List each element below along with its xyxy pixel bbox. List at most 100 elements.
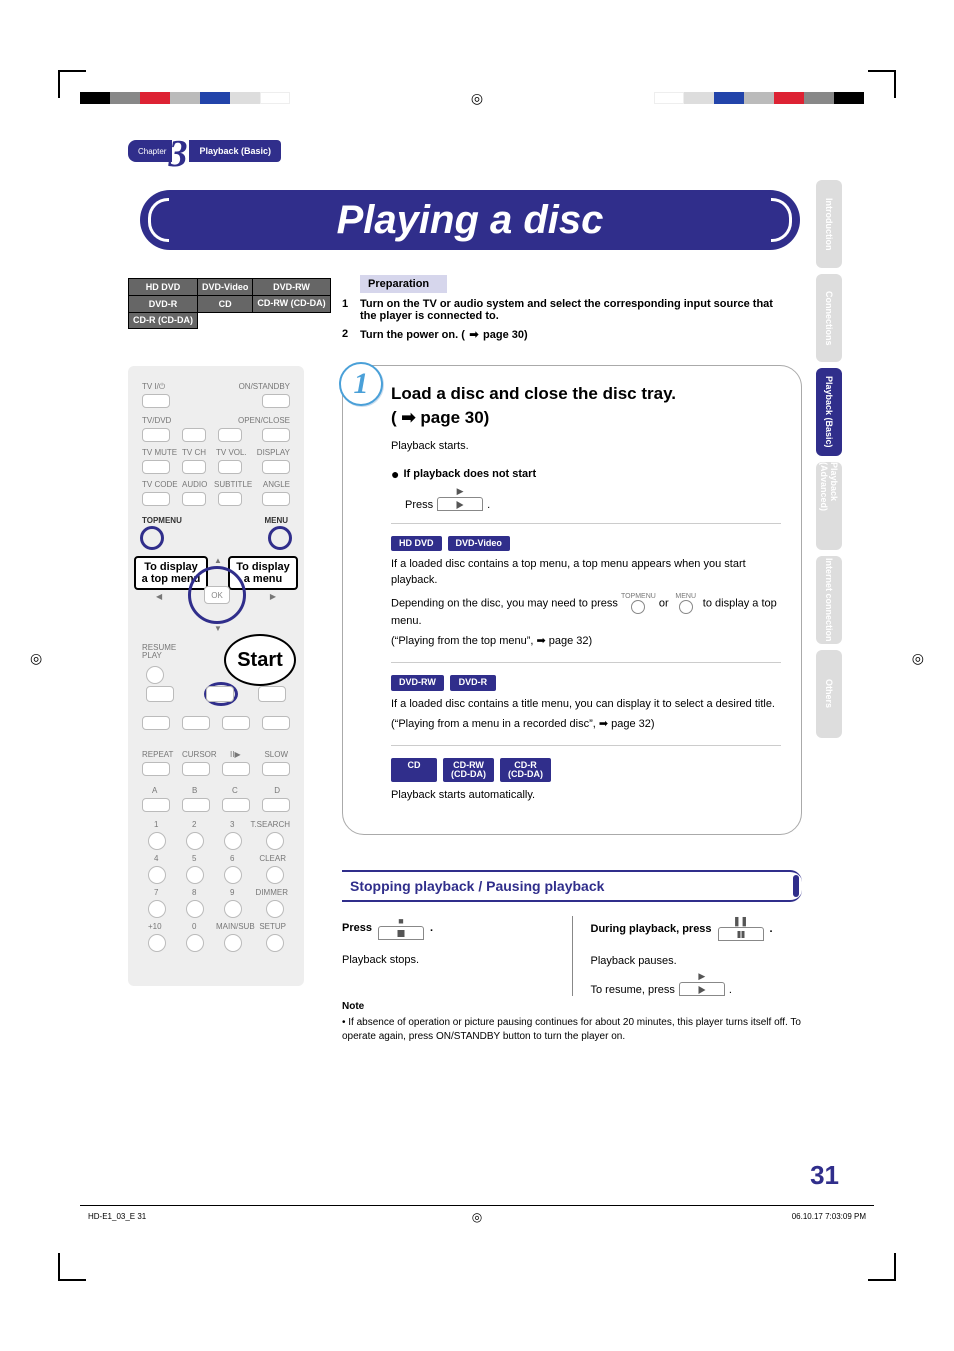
remote-btn <box>186 832 204 850</box>
disc-badge: DVD-Video <box>448 536 510 551</box>
page-ref-icon: ➡ <box>468 328 480 341</box>
remote-btn <box>182 716 210 730</box>
remote-label-b: B <box>192 786 197 795</box>
remote-control-illustration: TV I/⏻ ON/STANDBY TV/DVD OPEN/CLOSE TV M… <box>128 366 304 986</box>
pause-button-icon <box>718 927 764 941</box>
disc-badge-row: HD DVD DVD-Video <box>391 536 781 551</box>
remote-btn <box>206 686 234 702</box>
preparation-item: 2 Turn the power on. ( ➡ page 30) <box>342 328 792 341</box>
if-not-start: ● If playback does not start <box>391 466 781 482</box>
step-text: Playback stops. <box>342 954 554 966</box>
step-text: (“Playing from a menu in a recorded disc… <box>391 717 781 733</box>
disc-badge: CD <box>391 758 437 783</box>
disc-cell: DVD-R <box>129 296 198 313</box>
remote-btn <box>262 716 290 730</box>
step-text: To resume, press <box>591 984 675 996</box>
remote-label-menu: MENU <box>264 516 288 525</box>
page-number: 31 <box>810 1160 839 1191</box>
remote-label-mainsub: MAIN/SUB <box>216 922 255 931</box>
remote-btn <box>186 934 204 952</box>
step-text: If a loaded disc contains a top menu, a … <box>391 557 781 589</box>
footer-right: 06.10.17 7:03:09 PM <box>792 1212 866 1221</box>
remote-label-ok: OK <box>204 586 230 604</box>
side-tab-playback-advanced[interactable]: Playback (Advanced) <box>816 462 842 550</box>
play-button-icon <box>437 497 483 511</box>
remote-btn <box>218 460 242 474</box>
note-title: Note <box>342 1000 802 1014</box>
remote-btn <box>142 428 170 442</box>
remote-btn <box>182 428 206 442</box>
applicable-disc-table: HD DVD DVD-Video DVD-RW DVD-R CD CD-RW (… <box>128 278 331 329</box>
remote-label-iistep: II▶ <box>230 750 241 759</box>
remote-btn <box>266 934 284 952</box>
remote-label-plus10: +10 <box>148 922 162 931</box>
remote-label-tsearch: T.SEARCH <box>250 820 290 829</box>
remote-btn <box>148 866 166 884</box>
remote-label-openclose: OPEN/CLOSE <box>238 416 290 425</box>
side-tab-others[interactable]: Others <box>816 650 842 738</box>
disc-badge: DVD-R <box>450 675 496 690</box>
step-text: Playback starts automatically. <box>391 788 781 804</box>
subsection-title: Stopping playback / Pausing playback <box>342 870 802 902</box>
remote-label-repeat: REPEAT <box>142 750 173 759</box>
registration-icon: ◎ <box>472 1210 482 1224</box>
chapter-label: Chapter <box>128 140 172 162</box>
side-tab-internet[interactable]: Internet connection <box>816 556 842 644</box>
side-tab-connections[interactable]: Connections <box>816 274 842 362</box>
remote-label-a: A <box>152 786 157 795</box>
step-title: Load a disc and close the disc tray. <box>391 384 781 404</box>
note-block: Note • If absence of operation or pictur… <box>342 1000 802 1044</box>
preparation-heading: Preparation <box>360 275 447 293</box>
remote-btn <box>266 866 284 884</box>
remote-btn <box>224 832 242 850</box>
page-title: Playing a disc <box>140 190 800 250</box>
side-tab-playback-basic[interactable]: Playback (Basic) <box>816 368 842 456</box>
play-button-icon <box>679 982 725 996</box>
remote-btn <box>262 394 290 408</box>
disc-badge: DVD-RW <box>391 675 444 690</box>
footer-left: HD-E1_03_E 31 <box>88 1212 146 1221</box>
side-tabs: Introduction Connections Playback (Basic… <box>816 180 842 738</box>
color-strip-left <box>80 92 290 104</box>
note-text: • If absence of operation or picture pau… <box>342 1016 802 1044</box>
remote-btn <box>142 716 170 730</box>
remote-btn <box>182 460 206 474</box>
registration-icon: ◎ <box>912 650 924 667</box>
remote-btn <box>142 798 170 812</box>
menu-button-icon <box>679 600 693 614</box>
remote-btn <box>182 798 210 812</box>
disc-badge: CD-R (CD-DA) <box>500 758 551 783</box>
disc-cell: DVD-RW <box>253 279 330 296</box>
remote-label-setup: SETUP <box>259 922 286 931</box>
remote-label-topmenu: TOPMENU <box>142 516 182 525</box>
remote-btn <box>266 832 284 850</box>
step-1-box: 1 Load a disc and close the disc tray. (… <box>342 365 802 835</box>
remote-btn <box>218 492 242 506</box>
remote-btn <box>224 900 242 918</box>
step-badge: 1 <box>339 362 383 406</box>
crop-mark <box>868 1253 896 1281</box>
preparation-list: 1 Turn on the TV or audio system and sel… <box>342 298 792 347</box>
registration-icon: ◎ <box>30 650 42 667</box>
remote-label-tvvol: TV VOL. <box>216 448 247 457</box>
remote-label-tvmute: TV MUTE <box>142 448 177 457</box>
preparation-item: 1 Turn on the TV or audio system and sel… <box>342 298 792 322</box>
remote-label-audio: AUDIO <box>182 480 207 489</box>
remote-btn <box>142 762 170 776</box>
remote-btn <box>148 900 166 918</box>
remote-label-dimmer: DIMMER <box>256 888 288 897</box>
stop-column: Press ■ . Playback stops. <box>342 916 573 996</box>
remote-btn <box>182 492 206 506</box>
remote-label-onstandby: ON/STANDBY <box>239 382 290 391</box>
remote-btn <box>262 492 290 506</box>
remote-btn <box>186 866 204 884</box>
remote-label-d: D <box>274 786 280 795</box>
chapter-number: 3 <box>168 143 187 166</box>
press-label: Press <box>405 499 433 511</box>
topmenu-button-icon <box>631 600 645 614</box>
disc-cell: HD DVD <box>129 279 198 296</box>
disc-cell: CD-RW (CD-DA) <box>253 296 330 313</box>
side-tab-introduction[interactable]: Introduction <box>816 180 842 268</box>
chapter-ribbon: Chapter 3 Playback (Basic) <box>128 140 281 162</box>
remote-label-subtitle: SUBTITLE <box>214 480 252 489</box>
